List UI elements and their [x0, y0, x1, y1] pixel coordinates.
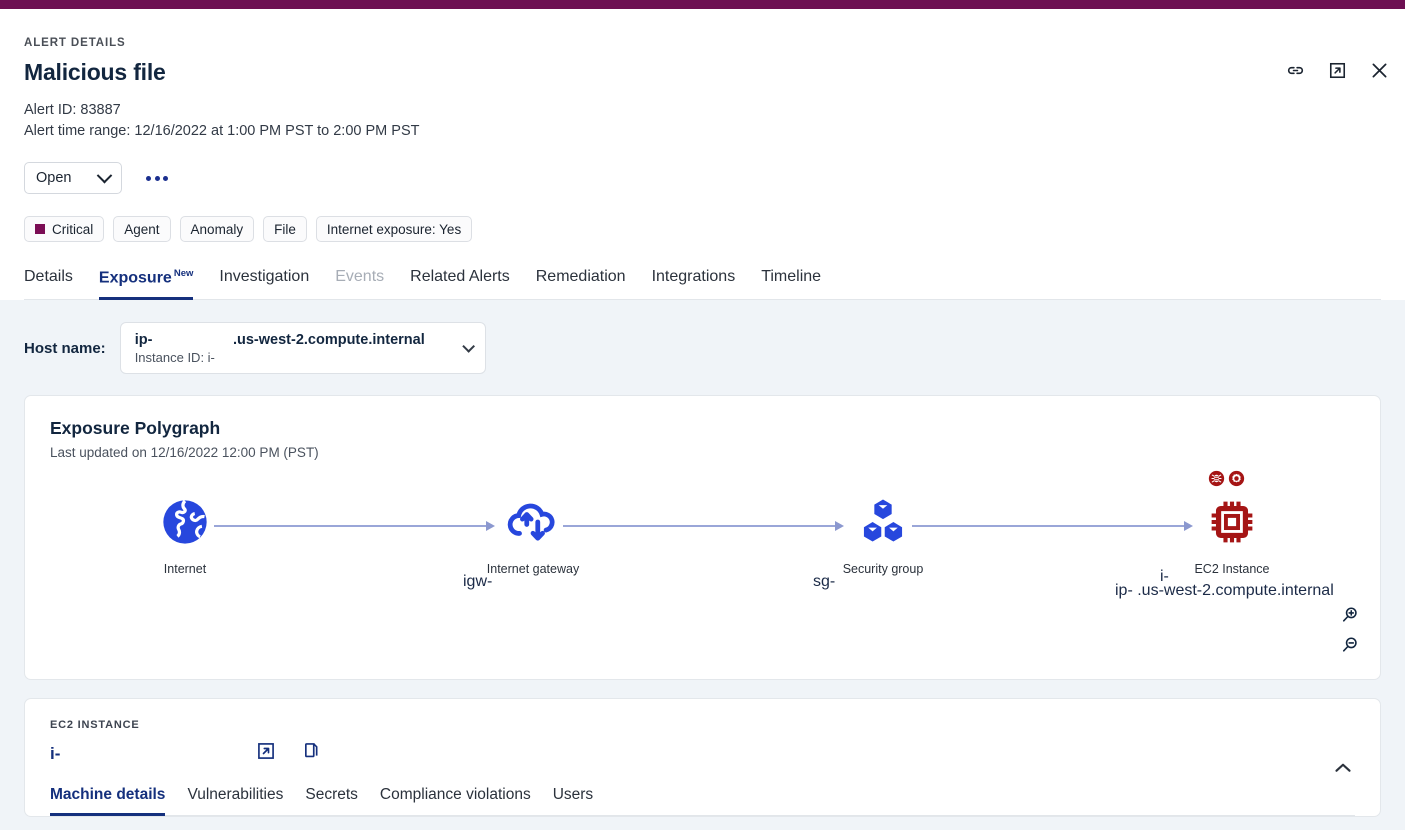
host-name-label: Host name:	[24, 339, 106, 357]
tab-label: Machine details	[50, 786, 166, 804]
ec2-card-header: i-	[50, 741, 1355, 766]
tab-investigation[interactable]: Investigation	[219, 268, 309, 299]
edge-sg-to-ec2	[912, 525, 1184, 527]
status-row: Open	[24, 162, 1381, 194]
tag-label: Anomaly	[190, 221, 244, 237]
tab-remediation[interactable]: Remediation	[536, 268, 626, 299]
tag-critical[interactable]: Critical	[24, 216, 105, 242]
tab-label: Compliance violations	[379, 786, 531, 804]
tab-label: Integrations	[651, 268, 736, 285]
tag-label: Critical	[52, 221, 94, 237]
tab-timeline[interactable]: Timeline	[761, 268, 821, 299]
polygraph-last-updated: Last updated on 12/16/2022 12:00 PM (PST…	[50, 445, 319, 461]
tab-label: Investigation	[219, 268, 310, 285]
tab-label: Secrets	[305, 786, 358, 804]
host-name-value: ip- .us-west-2.compute.internal	[134, 331, 425, 348]
polygraph-title: Exposure Polygraph	[50, 418, 221, 439]
tab-label: Remediation	[535, 268, 626, 285]
polygraph-node-security-group[interactable]: Security group	[833, 496, 933, 576]
node-label: Internet	[163, 562, 207, 577]
more-actions-button[interactable]	[140, 170, 174, 187]
tab-label: Events	[335, 268, 385, 285]
alert-tags: Critical Agent Anomaly File Internet exp…	[24, 216, 1381, 242]
internet-gateway-icon	[507, 503, 555, 541]
alert-id: Alert ID: 83887	[24, 102, 121, 118]
polygraph-node-internet[interactable]: Internet	[135, 496, 235, 576]
tab-related-alerts[interactable]: Related Alerts	[410, 268, 510, 299]
tab-label: Details	[24, 268, 73, 285]
globe-icon	[163, 500, 207, 544]
tag-internet-exposure[interactable]: Internet exposure: Yes	[315, 216, 473, 242]
tab-exposure[interactable]: Exposure New	[98, 268, 194, 301]
ec2-instance-icon	[1211, 501, 1253, 543]
alert-time-range: Alert time range: 12/16/2022 at 1:00 PM …	[24, 123, 420, 139]
tag-label: Internet exposure: Yes	[326, 221, 462, 237]
page-eyebrow: ALERT DETAILS	[24, 37, 126, 49]
tab-details[interactable]: Details	[24, 268, 73, 299]
brand-top-bar	[0, 0, 1405, 9]
ec2-card-actions	[256, 741, 320, 766]
open-in-new-icon[interactable]	[256, 741, 276, 766]
polygraph-zoom-controls	[1340, 605, 1362, 657]
chevron-down-icon	[96, 167, 113, 183]
tab-vulnerabilities[interactable]: Vulnerabilities	[187, 786, 283, 815]
host-instance-id: Instance ID: i-	[134, 349, 215, 365]
status-select[interactable]: Open	[24, 162, 122, 194]
tag-label: Agent	[124, 221, 160, 237]
close-icon[interactable]	[1365, 56, 1393, 84]
ec2-card-tabs: Machine details Vulnerabilities Secrets …	[50, 786, 1355, 817]
chevron-up-icon	[1335, 763, 1351, 773]
tab-label: Related Alerts	[410, 268, 510, 285]
vulnerability-bug-icon[interactable]	[1208, 470, 1225, 487]
tab-integrations[interactable]: Integrations	[652, 268, 736, 299]
polygraph-node-badges[interactable]	[1208, 470, 1245, 487]
ec2-card-eyebrow: EC2 INSTANCE	[50, 719, 140, 732]
status-select-value: Open	[36, 170, 72, 186]
open-in-new-icon[interactable]	[1323, 56, 1351, 84]
tab-compliance-violations[interactable]: Compliance violations	[380, 786, 531, 815]
host-selector-row: Host name: ip- .us-west-2.compute.intern…	[24, 322, 1381, 375]
page-title: Malicious file	[24, 59, 166, 85]
tab-label: Vulnerabilities	[187, 786, 284, 804]
host-name-select[interactable]: ip- .us-west-2.compute.internal Instance…	[119, 322, 486, 375]
copy-icon[interactable]	[300, 741, 320, 766]
tab-users[interactable]: Users	[553, 786, 593, 815]
link-icon[interactable]	[1281, 56, 1309, 84]
edge-gateway-to-sg	[563, 525, 835, 527]
polygraph-node-internet-gateway[interactable]: Internet gateway	[483, 496, 583, 576]
misconfiguration-gear-icon[interactable]	[1228, 470, 1245, 487]
tag-agent[interactable]: Agent	[113, 216, 171, 242]
collapse-button[interactable]	[1330, 755, 1356, 786]
tab-machine-details[interactable]: Machine details	[50, 786, 166, 817]
zoom-out-icon[interactable]	[1340, 635, 1362, 657]
zoom-in-icon[interactable]	[1340, 605, 1362, 627]
new-badge: New	[173, 268, 194, 279]
header-actions	[1281, 56, 1393, 84]
node-sub-ec2-hostname: ip- .us-west-2.compute.internal	[1115, 582, 1334, 600]
ec2-instance-id: i-	[50, 743, 61, 763]
tag-file[interactable]: File	[263, 216, 307, 242]
chevron-down-icon	[461, 339, 475, 353]
tab-events: Events	[335, 268, 384, 299]
exposure-tab-content: Host name: ip- .us-west-2.compute.intern…	[0, 300, 1405, 831]
main-tabs: Details Exposure New Investigation Events…	[24, 268, 1381, 301]
tab-label: Timeline	[761, 268, 822, 285]
tag-label: File	[274, 221, 296, 237]
exposure-polygraph-card: Exposure Polygraph Last updated on 12/16…	[24, 395, 1381, 681]
node-sub-igw: igw-	[463, 573, 493, 591]
edge-internet-to-gateway	[214, 525, 486, 527]
tag-anomaly[interactable]: Anomaly	[179, 216, 255, 242]
node-sub-sg: sg-	[813, 573, 836, 591]
severity-dot-icon	[35, 224, 45, 234]
alert-details-panel: ALERT DETAILS Malicious file Alert ID: 8…	[0, 37, 1405, 301]
tab-label: Users	[552, 786, 594, 804]
polygraph-node-ec2-instance[interactable]: EC2 Instance	[1182, 496, 1282, 576]
polygraph-canvas[interactable]: Internet Internet gateway igw- Security …	[50, 471, 1355, 659]
ec2-instance-card: EC2 INSTANCE i- Machine details Vulnerab…	[24, 698, 1381, 818]
security-group-icon	[863, 499, 903, 542]
tab-secrets[interactable]: Secrets	[305, 786, 358, 815]
tab-label: Exposure	[98, 269, 172, 287]
